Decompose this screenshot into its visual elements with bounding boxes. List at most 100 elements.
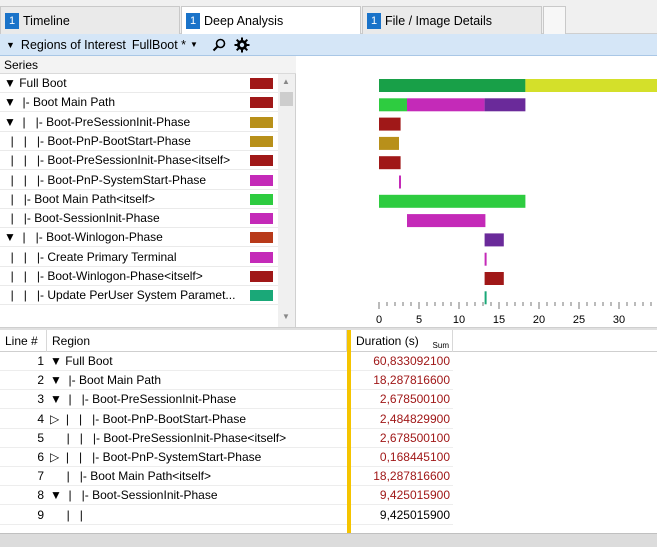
chevron-down-icon: ▼ (190, 40, 198, 49)
series-color-swatch[interactable] (250, 174, 273, 186)
series-row[interactable]: ▼ Full Boot (0, 74, 278, 93)
table-row[interactable]: 8 ▼ | |- Boot-SessionInit-Phase 9,42501590… (0, 486, 453, 506)
series-row[interactable]: | |- Boot Main Path<itself> (0, 190, 278, 209)
gantt-bar[interactable] (484, 272, 504, 285)
region-cell: ▼ |- Boot Main Path (50, 373, 162, 388)
search-icon[interactable] (212, 37, 226, 52)
gantt-bar[interactable] (525, 79, 657, 92)
gantt-bar[interactable] (379, 117, 401, 131)
duration-cell: 60,833092100 (373, 354, 450, 368)
table-row[interactable]: 5 | | |- Boot-PreSessionInit-Phase<itsel… (0, 429, 453, 448)
table-row[interactable]: 6 ▷ | | |- Boot-PnP-SystemStart-Phase 0,16… (0, 448, 453, 467)
series-header: Series (0, 56, 296, 74)
series-label: ▼ | |- Boot-PreSessionInit-Phase (4, 114, 191, 129)
tab-number-badge: 1 (367, 12, 381, 29)
tab-strip: 1 Timeline 1 Deep Analysis 1 File / Imag… (0, 0, 657, 35)
gantt-bar[interactable] (484, 98, 526, 112)
series-scrollbar[interactable]: ▲ ▼ (278, 74, 295, 327)
pivot-divider[interactable] (347, 330, 351, 533)
series-label: | |- Boot Main Path<itself> (4, 191, 155, 206)
gantt-chart-panel[interactable]: 0 5 10 15 20 25 30 (297, 56, 657, 327)
series-label: | | |- Boot-Winlogon-Phase<itself> (4, 269, 203, 283)
series-color-swatch[interactable] (250, 251, 273, 263)
series-color-swatch[interactable] (250, 97, 273, 109)
tab-deep-analysis[interactable]: 1 Deep Analysis (181, 6, 361, 35)
line-number-cell: 8 (37, 488, 44, 503)
line-number-cell: 2 (37, 373, 44, 388)
series-color-swatch[interactable] (250, 155, 273, 167)
toolbar: ▼ Regions of Interest FullBoot * ▼ (0, 34, 657, 56)
series-row[interactable]: | | |- Boot-PnP-SystemStart-Phase (0, 171, 278, 190)
series-label: | |- Boot-SessionInit-Phase (4, 211, 160, 226)
column-line-number[interactable]: Line # (0, 330, 47, 352)
gantt-bar[interactable] (379, 156, 401, 170)
region-cell: ▷ | | |- Boot-PnP-SystemStart-Phase (50, 450, 262, 464)
tab-label: Timeline (23, 13, 70, 28)
series-row[interactable]: | | |- Update PerUser System Paramet... (0, 286, 278, 306)
table-row[interactable]: 1 ▼ Full Boot 60,833092100 (0, 352, 453, 371)
region-cell: | | |- Boot-PreSessionInit-Phase<itself> (50, 430, 287, 445)
gantt-bar[interactable] (399, 175, 401, 189)
series-label: ▼ | |- Boot-Winlogon-Phase (4, 230, 163, 245)
series-label: | | |- Boot-PnP-SystemStart-Phase (4, 172, 207, 187)
tab-number-badge: 1 (5, 12, 19, 29)
region-cell: | |- Boot Main Path<itself> (50, 469, 211, 484)
series-color-swatch[interactable] (250, 78, 273, 89)
gantt-bar[interactable] (379, 194, 526, 208)
column-region[interactable]: Region (47, 330, 347, 352)
column-duration[interactable]: Duration (s) Sum (351, 330, 453, 352)
gantt-bar[interactable] (379, 98, 407, 112)
horizontal-scrollbar[interactable] (0, 533, 657, 547)
line-number-cell: 7 (37, 469, 44, 484)
scroll-up-icon[interactable]: ▲ (282, 77, 290, 86)
gantt-bar[interactable] (484, 252, 487, 266)
series-label: | | |- Boot-PnP-BootStart-Phase (4, 133, 191, 148)
new-tab-button[interactable] (543, 6, 566, 34)
axis-tick-label: 15 (493, 314, 505, 326)
series-color-swatch[interactable] (250, 193, 273, 205)
series-row[interactable]: ▼ |- Boot Main Path (0, 93, 278, 113)
gantt-bar[interactable] (407, 214, 486, 228)
preset-dropdown[interactable]: FullBoot * ▼ (132, 38, 198, 52)
duration-header-label: Duration (s) (356, 334, 419, 348)
gantt-bar[interactable] (407, 98, 485, 112)
region-cell: | | (50, 507, 83, 522)
axis-tick-label: 5 (416, 314, 422, 326)
duration-cell: 18,287816600 (373, 469, 450, 484)
series-color-swatch[interactable] (250, 271, 273, 282)
line-number-cell: 4 (37, 411, 44, 426)
gantt-bar[interactable] (379, 136, 399, 150)
collapse-icon[interactable]: ▼ (6, 40, 15, 50)
series-color-swatch[interactable] (250, 135, 273, 147)
duration-cell: 2,678500100 (379, 392, 450, 407)
duration-cell: 2,484829900 (379, 411, 450, 426)
tab-file-image-details[interactable]: 1 File / Image Details (362, 6, 542, 34)
table-row[interactable]: 3 ▼ | |- Boot-PreSessionInit-Phase 2,67850… (0, 390, 453, 410)
scroll-down-icon[interactable]: ▼ (282, 312, 290, 321)
series-row[interactable]: | |- Boot-SessionInit-Phase (0, 209, 278, 229)
series-row[interactable]: | | |- Create Primary Terminal (0, 248, 278, 267)
table-row[interactable]: 9 | | 9,425015900 (0, 506, 453, 525)
gear-icon[interactable] (234, 37, 250, 53)
series-row[interactable]: ▼ | |- Boot-PreSessionInit-Phase (0, 113, 278, 132)
series-panel: Series ▼ Full Boot ▼ |- Boot Main Path ▼ |… (0, 56, 296, 327)
series-color-swatch[interactable] (250, 116, 273, 128)
table-row[interactable]: 4 ▷ | | |- Boot-PnP-BootStart-Phase 2,4848… (0, 410, 453, 429)
table-row[interactable]: 7 | |- Boot Main Path<itself> 18,28781660… (0, 467, 453, 487)
gantt-bar[interactable] (484, 291, 487, 305)
series-color-swatch[interactable] (250, 290, 273, 302)
series-row[interactable]: | | |- Boot-PreSessionInit-Phase<itself> (0, 151, 278, 171)
tab-timeline[interactable]: 1 Timeline (0, 6, 180, 34)
series-row[interactable]: | | |- Boot-PnP-BootStart-Phase (0, 132, 278, 151)
gantt-chart[interactable]: 0 5 10 15 20 25 30 (297, 56, 657, 327)
series-color-swatch[interactable] (250, 213, 273, 225)
series-color-swatch[interactable] (250, 232, 273, 244)
duration-cell: 2,678500100 (379, 430, 450, 445)
gantt-bar[interactable] (379, 79, 526, 92)
series-row[interactable]: | | |- Boot-Winlogon-Phase<itself> (0, 267, 278, 286)
line-number-cell: 3 (37, 392, 44, 407)
scrollbar-thumb[interactable] (280, 92, 293, 106)
gantt-bar[interactable] (484, 233, 504, 247)
table-row[interactable]: 2 ▼ |- Boot Main Path 18,287816600 (0, 371, 453, 391)
series-row[interactable]: ▼ | |- Boot-Winlogon-Phase (0, 228, 278, 248)
